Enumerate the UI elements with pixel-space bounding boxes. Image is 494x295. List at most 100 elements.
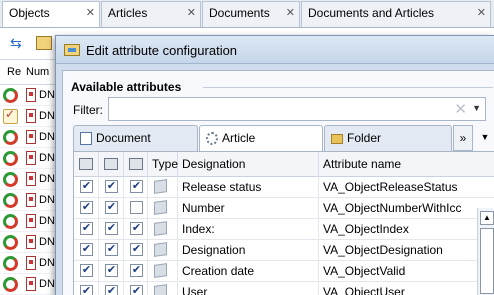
document-icon [26, 277, 36, 291]
gear-icon [206, 132, 218, 145]
column-type[interactable]: Type [148, 152, 178, 177]
more-tabs-button[interactable]: » [453, 125, 473, 151]
attribute-name-cell: VA_ObjectUser [319, 282, 494, 295]
table-row[interactable]: ✔ ✔ Number VA_ObjectNumberWithIcc [74, 198, 494, 219]
list-item[interactable]: DN [0, 274, 60, 295]
document-icon [26, 130, 36, 144]
tab-objects[interactable]: Objects ✕ [2, 1, 100, 27]
attribute-checkbox[interactable]: ✔ [105, 243, 118, 256]
checkbox-cell: ✔ [124, 282, 148, 295]
dialog-body: Available attributes Filter: ✕ ▼ Documen… [62, 70, 494, 295]
attribute-checkbox[interactable]: ✔ [80, 264, 93, 277]
attribute-checkbox[interactable]: ✔ [105, 180, 118, 193]
list-item[interactable]: DN [0, 253, 60, 274]
column-print[interactable] [124, 152, 148, 177]
checkbox-cell: ✔ [74, 282, 99, 295]
attribute-checkbox[interactable]: ✔ [80, 285, 93, 295]
chevron-down-icon[interactable]: ▼ [472, 103, 481, 113]
checkbox-cell: ✔ [74, 219, 99, 240]
tab-document[interactable]: Document [73, 125, 198, 151]
checkbox-cell: ✔ [74, 261, 99, 282]
checkbox-cell: ✔ [124, 177, 148, 198]
tab-articles[interactable]: Articles ✕ [101, 1, 201, 27]
attribute-checkbox[interactable]: ✔ [105, 264, 118, 277]
item-number: DN [39, 110, 55, 122]
attribute-checkbox[interactable]: ✔ [80, 222, 93, 235]
status-icon [3, 256, 18, 271]
attributes-table: Type Designation Attribute name ✔ ✔ ✔ Relea… [73, 151, 494, 295]
attribute-checkbox[interactable]: ✔ [105, 201, 118, 214]
tab-article[interactable]: Article [199, 125, 323, 151]
divider [203, 87, 493, 88]
status-icon [3, 151, 18, 166]
chevron-down-icon[interactable]: ▼ [475, 125, 494, 151]
column-visible[interactable] [74, 152, 99, 177]
clear-icon[interactable]: ✕ [454, 100, 467, 118]
attribute-name-cell: VA_ObjectIndex [319, 219, 494, 240]
column-list[interactable] [99, 152, 124, 177]
checkbox-cell [124, 198, 148, 219]
vertical-scrollbar[interactable]: ▲ [477, 208, 494, 295]
column-status[interactable]: Re [7, 66, 21, 78]
refresh-icon[interactable]: ⇆ [10, 35, 22, 52]
document-icon [26, 256, 36, 270]
attribute-checkbox[interactable]: ✔ [130, 285, 143, 295]
tab-documents[interactable]: Documents ✕ [202, 1, 300, 27]
checkbox-cell: ✔ [124, 240, 148, 261]
list-item[interactable]: DN [0, 211, 60, 232]
column-attribute-name[interactable]: Attribute name [319, 152, 494, 177]
list-item[interactable]: DN [0, 127, 60, 148]
attribute-checkbox[interactable]: ✔ [130, 180, 143, 193]
configure-icon[interactable] [36, 36, 52, 50]
table-row[interactable]: ✔ ✔ ✔ Creation date VA_ObjectValid [74, 261, 494, 282]
list-item[interactable]: DN [0, 232, 60, 253]
attribute-checkbox[interactable]: ✔ [130, 222, 143, 235]
column-designation[interactable]: Designation [178, 152, 319, 177]
close-icon[interactable]: ✕ [86, 6, 95, 19]
attribute-checkbox[interactable]: ✔ [80, 180, 93, 193]
list-item[interactable]: DN [0, 190, 60, 211]
table-row[interactable]: ✔ ✔ ✔ Index: VA_ObjectIndex [74, 219, 494, 240]
list-item[interactable]: DN [0, 148, 60, 169]
status-icon [3, 235, 18, 250]
list-item[interactable]: DN [0, 106, 60, 127]
status-icon [3, 277, 18, 292]
checkbox-cell: ✔ [74, 177, 99, 198]
checkbox-cell: ✔ [74, 240, 99, 261]
scroll-thumb[interactable] [480, 228, 494, 294]
attribute-checkbox[interactable] [130, 201, 143, 214]
attribute-checkbox[interactable]: ✔ [105, 222, 118, 235]
tab-documents-and-articles[interactable]: Documents and Articles ✕ [301, 1, 491, 27]
close-icon[interactable]: ✕ [187, 6, 196, 19]
checked-status-icon [3, 107, 18, 124]
tab-folder[interactable]: Folder [324, 125, 452, 151]
filter-combobox[interactable]: ✕ ▼ [108, 97, 486, 121]
configure-icon [64, 44, 80, 56]
scroll-up-icon[interactable]: ▲ [480, 211, 494, 225]
attribute-checkbox[interactable]: ✔ [130, 264, 143, 277]
folder-icon [331, 134, 343, 144]
item-number: DN [39, 194, 55, 206]
list-item[interactable]: DN [0, 169, 60, 190]
attribute-checkbox[interactable]: ✔ [130, 243, 143, 256]
close-icon[interactable]: ✕ [286, 6, 295, 19]
dialog-title-bar[interactable]: Edit attribute configuration [56, 36, 494, 64]
type-cell [148, 177, 178, 198]
document-icon [26, 172, 36, 186]
table-row[interactable]: ✔ ✔ ✔ Designation VA_ObjectDesignation [74, 240, 494, 261]
item-number: DN [39, 89, 55, 101]
attribute-checkbox[interactable]: ✔ [105, 285, 118, 295]
designation-cell: Index: [178, 219, 319, 240]
column-number[interactable]: Num [26, 66, 49, 78]
type-cell [148, 261, 178, 282]
list-item[interactable]: DN [0, 85, 60, 106]
dialog-title: Edit attribute configuration [86, 43, 238, 58]
attribute-type-icon [154, 221, 167, 236]
table-row[interactable]: ✔ ✔ ✔ Release status VA_ObjectReleaseStatus [74, 177, 494, 198]
attribute-checkbox[interactable]: ✔ [80, 201, 93, 214]
designation-cell: User [178, 282, 319, 295]
close-icon[interactable]: ✕ [477, 6, 486, 19]
table-row[interactable]: ✔ ✔ ✔ User VA_ObjectUser [74, 282, 494, 295]
item-number: DN [39, 152, 55, 164]
attribute-checkbox[interactable]: ✔ [80, 243, 93, 256]
